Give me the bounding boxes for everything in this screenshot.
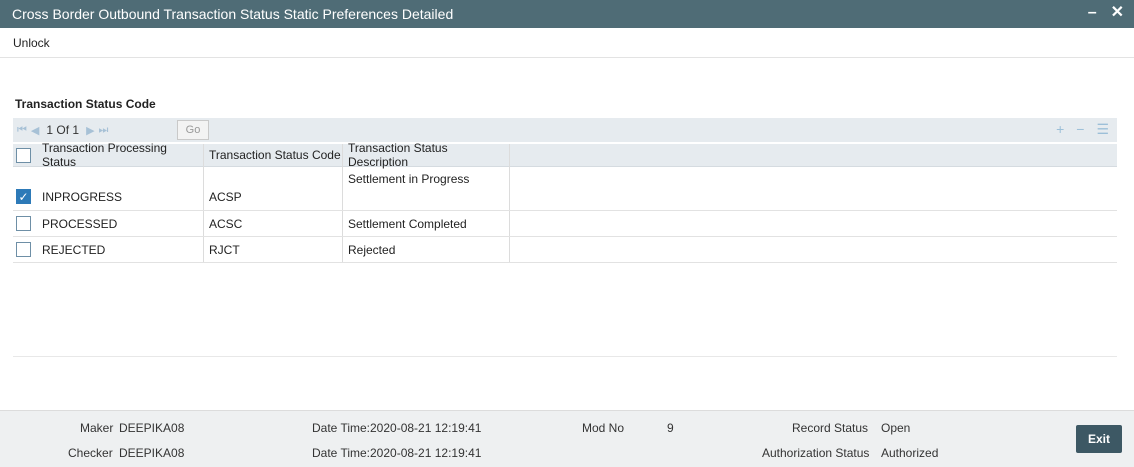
unlock-button[interactable]: Unlock — [13, 36, 50, 50]
grid-empty-area — [13, 263, 1117, 357]
select-all-checkbox[interactable] — [16, 147, 31, 163]
row-filler — [510, 237, 1117, 262]
page-indicator: 1 Of 1 — [46, 123, 80, 137]
table-row[interactable]: PROCESSED ACSC Settlement Completed — [13, 211, 1117, 237]
window-controls: – ✕ — [1088, 4, 1124, 22]
minimize-icon[interactable]: – — [1088, 4, 1097, 22]
single-view-icon[interactable]: ☰ — [1096, 121, 1109, 138]
record-status-value: Open — [881, 421, 911, 435]
mod-no-value: 9 — [667, 421, 674, 435]
maker-value: DEEPIKA08 — [119, 421, 185, 435]
row-select-cell: ✓ — [13, 167, 37, 210]
last-page-icon[interactable]: ⏭ — [99, 124, 109, 137]
column-header-status-code[interactable]: Transaction Status Code — [204, 143, 343, 167]
table-row[interactable]: REJECTED RJCT Rejected — [13, 237, 1117, 263]
section-title: Transaction Status Code — [15, 97, 156, 111]
grid-header-row: Transaction Processing Status Transactio… — [13, 141, 1117, 169]
first-page-icon[interactable]: ⏮ — [17, 124, 27, 137]
grid-navigation-bar: ⏮ ◀ 1 Of 1 ▶ ⏭ Go + − ☰ — [13, 118, 1117, 142]
window-title: Cross Border Outbound Transaction Status… — [12, 6, 454, 22]
row-filler — [510, 167, 1117, 210]
column-header-status-description[interactable]: Transaction Status Description — [343, 141, 510, 169]
status-code-cell[interactable]: RJCT — [204, 237, 343, 262]
column-header-processing-status[interactable]: Transaction Processing Status — [37, 141, 204, 169]
authorization-status-label: Authorization Status — [762, 446, 870, 460]
window-titlebar: Cross Border Outbound Transaction Status… — [0, 0, 1134, 28]
checker-value: DEEPIKA08 — [119, 446, 185, 460]
status-code-cell[interactable]: ACSP — [204, 167, 343, 210]
status-code-cell[interactable]: ACSC — [204, 211, 343, 236]
grid-actions: + − ☰ — [1056, 121, 1109, 138]
prev-page-icon[interactable]: ◀ — [31, 124, 39, 137]
go-button[interactable]: Go — [177, 120, 209, 140]
record-status-label: Record Status — [792, 421, 869, 435]
close-icon[interactable]: ✕ — [1111, 4, 1124, 22]
processing-status-cell[interactable]: PROCESSED — [37, 211, 204, 236]
processing-status-cell[interactable]: INPROGRESS — [37, 167, 204, 210]
row-checkbox[interactable] — [16, 242, 31, 257]
status-description-cell[interactable]: Settlement Completed — [343, 211, 510, 236]
delete-row-icon[interactable]: − — [1076, 121, 1084, 138]
row-filler — [510, 211, 1117, 236]
authorization-status-value: Authorized — [881, 446, 939, 460]
row-checkbox[interactable]: ✓ — [16, 189, 31, 204]
header-select-cell — [13, 144, 37, 167]
processing-status-cell[interactable]: REJECTED — [37, 237, 204, 262]
row-checkbox[interactable] — [16, 216, 31, 231]
row-select-cell — [13, 237, 37, 262]
table-row[interactable]: ✓ INPROGRESS ACSP Settlement in Progress — [13, 167, 1117, 211]
transaction-status-grid: Transaction Processing Status Transactio… — [13, 141, 1117, 357]
mod-no-label: Mod No — [582, 421, 625, 435]
add-row-icon[interactable]: + — [1056, 121, 1064, 138]
next-page-icon[interactable]: ▶ — [86, 124, 94, 137]
maker-date-time-label: Date Time: — [312, 421, 371, 435]
column-header-filler — [510, 144, 1117, 167]
row-select-cell — [13, 211, 37, 236]
checkmark-icon: ✓ — [18, 189, 29, 204]
maker-date-time-value: 2020-08-21 12:19:41 — [370, 421, 482, 435]
checker-date-time-label: Date Time: — [312, 446, 371, 460]
action-toolbar: Unlock — [0, 28, 1134, 58]
audit-footer: Maker DEEPIKA08 Checker DEEPIKA08 Date T… — [0, 410, 1134, 467]
exit-button[interactable]: Exit — [1076, 425, 1122, 453]
checker-label: Checker — [68, 446, 113, 460]
status-description-cell[interactable]: Rejected — [343, 237, 510, 262]
checker-date-time-value: 2020-08-21 12:19:41 — [370, 446, 482, 460]
maker-label: Maker — [80, 421, 114, 435]
status-description-cell[interactable]: Settlement in Progress — [343, 167, 510, 210]
